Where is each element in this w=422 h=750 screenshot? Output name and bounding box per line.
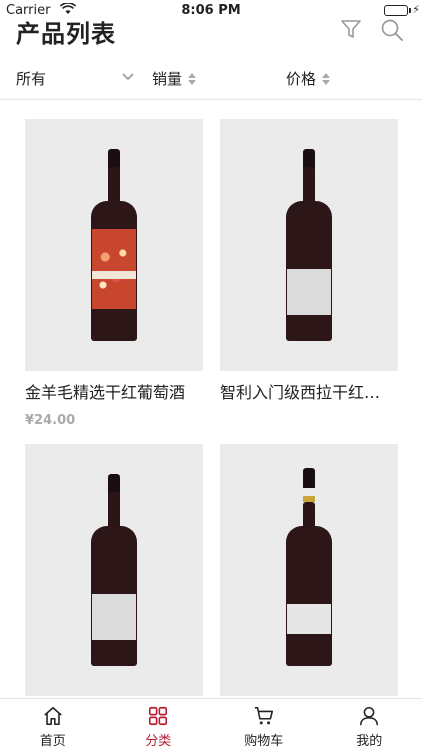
bottom-tab-bar: 首页 分类 购物车 我的 [0,698,422,750]
product-image [25,444,203,696]
category-grid-icon [149,706,168,726]
tab-cart[interactable]: 购物车 [211,699,317,750]
tab-home-label: 首页 [39,734,66,749]
product-card[interactable]: 智利入门级西拉干红… [220,119,398,413]
sort-bar: 所有 销量 价格 [0,58,422,100]
sort-all-dropdown[interactable]: 所有 [16,68,134,89]
home-icon [43,706,62,726]
sort-all-label: 所有 [16,70,47,88]
page-title: 产品列表 [16,20,116,48]
sort-arrows-icon [322,72,331,85]
product-name: 智利入门级西拉干红… [220,383,381,402]
product-image [220,444,398,696]
tab-profile[interactable]: 我的 [317,699,422,750]
sort-sales-label: 销量 [152,70,183,88]
chevron-down-icon [122,73,134,81]
product-image [25,119,203,371]
product-name: 金羊毛精选干红葡萄酒 [25,383,186,402]
product-card[interactable]: 金羊毛精选干红葡萄酒 ¥24.00 [25,119,203,428]
product-image [220,119,398,371]
sort-arrows-icon [188,72,197,85]
search-icon[interactable] [380,18,404,42]
product-price: ¥24.00 [25,413,76,428]
user-icon [360,706,379,726]
tab-cart-label: 购物车 [244,734,284,749]
sort-sales-button[interactable]: 销量 [152,68,197,89]
tab-category-label: 分类 [145,734,172,749]
product-grid: 金羊毛精选干红葡萄酒 ¥24.00 智利入门级西拉干红… [0,100,422,698]
tab-home[interactable]: 首页 [0,699,106,750]
tab-category[interactable]: 分类 [106,699,212,750]
sort-price-button[interactable]: 价格 [286,68,331,89]
cart-icon [254,706,273,725]
filter-icon[interactable] [340,18,362,40]
page-header: 产品列表 [0,10,422,50]
product-card[interactable] [25,444,203,698]
tab-profile-label: 我的 [356,734,383,749]
sort-price-label: 价格 [286,70,317,88]
product-card[interactable] [220,444,398,698]
